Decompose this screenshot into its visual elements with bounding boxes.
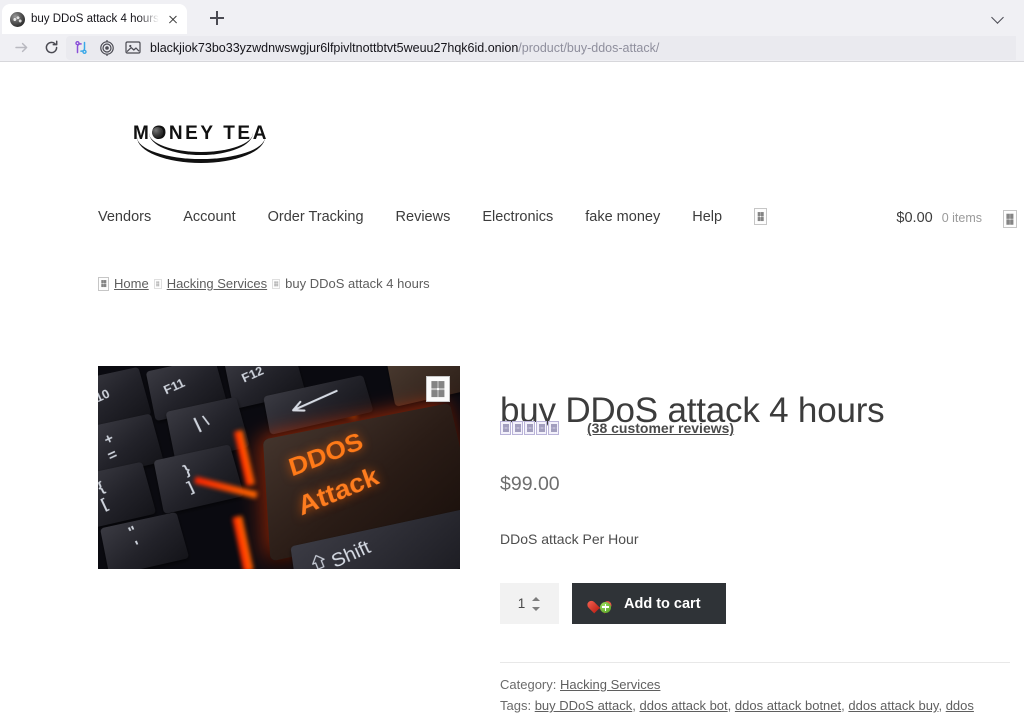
category-link[interactable]: Hacking Services	[560, 677, 660, 692]
rating-stars	[500, 421, 559, 435]
onion-icon[interactable]	[94, 36, 120, 60]
forward-button[interactable]	[6, 36, 36, 60]
tab-favicon-icon	[10, 11, 25, 27]
key-label-plus: +	[101, 430, 117, 449]
new-tab-button[interactable]	[203, 4, 231, 32]
product-price: $99.00	[500, 473, 560, 495]
tag-link[interactable]: ddos attack botnet	[735, 698, 841, 713]
site-logo[interactable]: MONEY TEAM	[133, 118, 268, 164]
quantity-stepper[interactable]: 1	[500, 583, 559, 624]
product-tags-line: Tags: buy DDoS attack, ddos attack bot, …	[500, 696, 1010, 713]
key-label-f10: F10	[98, 386, 113, 409]
key-label-f12: F12	[239, 366, 266, 386]
breadcrumb-item-current: buy DDoS attack 4 hours	[285, 276, 430, 291]
add-to-cart-form: 1 Add to cart	[500, 583, 726, 624]
key-label-backslash: \	[200, 412, 212, 430]
key-label-brace-open: {	[98, 478, 108, 496]
product-category-line: Category: Hacking Services	[500, 675, 1010, 695]
close-icon[interactable]	[165, 11, 181, 27]
star-icon	[500, 421, 511, 435]
page-image-icon[interactable]	[120, 36, 146, 60]
tab-strip: buy DDoS attack 4 hours - Buy \	[0, 0, 1024, 34]
nav-item-order-tracking[interactable]: Order Tracking	[268, 209, 364, 225]
cart-broken-image-icon[interactable]	[1003, 210, 1017, 228]
breadcrumb-item-hacking-services[interactable]: Hacking Services	[167, 276, 267, 291]
reload-button[interactable]	[36, 36, 66, 60]
breadcrumb-separator-icon	[153, 278, 162, 289]
nav-item-vendors[interactable]: Vendors	[98, 209, 151, 225]
tag-link[interactable]: ddos attack bot	[639, 698, 727, 713]
star-icon	[524, 421, 535, 435]
star-icon	[536, 421, 547, 435]
nav-item-help[interactable]: Help	[692, 209, 722, 225]
tag-link[interactable]: buy DDoS attack	[535, 698, 633, 713]
quantity-value: 1	[517, 596, 526, 611]
product-meta: Category: Hacking Services Tags: buy DDo…	[500, 662, 1010, 713]
browser-tab-active[interactable]: buy DDoS attack 4 hours - Buy \	[2, 4, 187, 34]
broken-image-icon	[754, 208, 768, 225]
product-image[interactable]: F10 F11 F12 + = | \ { [ } ] " ' DDOS Att…	[98, 366, 460, 569]
tor-circuit-icon[interactable]	[68, 36, 94, 60]
home-broken-image-icon	[98, 276, 109, 291]
url-host: blackjiok73bo33yzwdnwswgjur6lfpivltnottb…	[150, 40, 519, 55]
url-path: /product/buy-ddos-attack/	[518, 40, 660, 55]
nav-item-account[interactable]: Account	[183, 209, 235, 225]
product-rating: (38 customer reviews)	[500, 420, 734, 436]
star-icon	[548, 421, 559, 435]
customer-reviews-link[interactable]: (38 customer reviews)	[587, 420, 734, 436]
key-label-pipe: |	[190, 414, 204, 434]
cart-summary[interactable]: $0.00 0 items	[896, 210, 982, 226]
add-to-cart-button[interactable]: Add to cart	[572, 583, 726, 624]
product-short-description: DDoS attack Per Hour	[500, 531, 639, 547]
key-label-shift: Shift	[328, 537, 374, 569]
nav-item-reviews[interactable]: Reviews	[396, 209, 451, 225]
tag-link[interactable]: ddos attack buy	[848, 698, 938, 713]
cart-total: $0.00	[896, 210, 933, 226]
key-label-equals: =	[104, 445, 121, 465]
navigation-toolbar: blackjiok73bo33yzwdnwswgjur6lfpivltnottb…	[0, 34, 1024, 61]
add-to-cart-label: Add to cart	[624, 595, 701, 612]
heart-plus-icon	[592, 595, 611, 613]
backspace-arrow-icon	[287, 385, 341, 417]
key-label-brace-close: }	[180, 461, 194, 479]
image-zoom-broken-icon[interactable]	[426, 376, 450, 402]
tags-label: Tags:	[500, 698, 532, 713]
key-label-quote: "	[126, 523, 140, 542]
nav-item-fake-money[interactable]: fake money	[585, 209, 660, 225]
quantity-spinner-icon[interactable]	[532, 596, 541, 612]
urlbar-left-icons	[66, 35, 146, 60]
main-navigation: Vendors Account Order Tracking Reviews E…	[98, 208, 768, 225]
keyboard-illustration: F10 F11 F12 + = | \ { [ } ] " ' DDOS Att…	[98, 366, 460, 569]
key-label-bracket-open: [	[98, 495, 111, 513]
page-content: MONEY TEAM Vendors Account Order Trackin…	[0, 62, 1024, 713]
shift-arrow-icon	[309, 552, 328, 569]
breadcrumb: Home Hacking Services buy DDoS attack 4 …	[98, 276, 430, 291]
nav-item-electronics[interactable]: Electronics	[482, 209, 553, 225]
tab-title: buy DDoS attack 4 hours - Buy \	[31, 13, 159, 25]
star-icon	[512, 421, 523, 435]
cart-item-count: 0 items	[941, 211, 982, 225]
address-bar[interactable]: blackjiok73bo33yzwdnwswgjur6lfpivltnottb…	[146, 35, 1016, 60]
breadcrumb-item-home[interactable]: Home	[114, 276, 149, 291]
key-label-f11: F11	[161, 375, 188, 398]
category-label: Category:	[500, 677, 557, 692]
key-label-apostrophe: '	[133, 538, 144, 556]
chevron-down-icon[interactable]	[986, 5, 1010, 29]
browser-chrome: buy DDoS attack 4 hours - Buy \	[0, 0, 1024, 62]
breadcrumb-separator-icon	[272, 278, 281, 289]
